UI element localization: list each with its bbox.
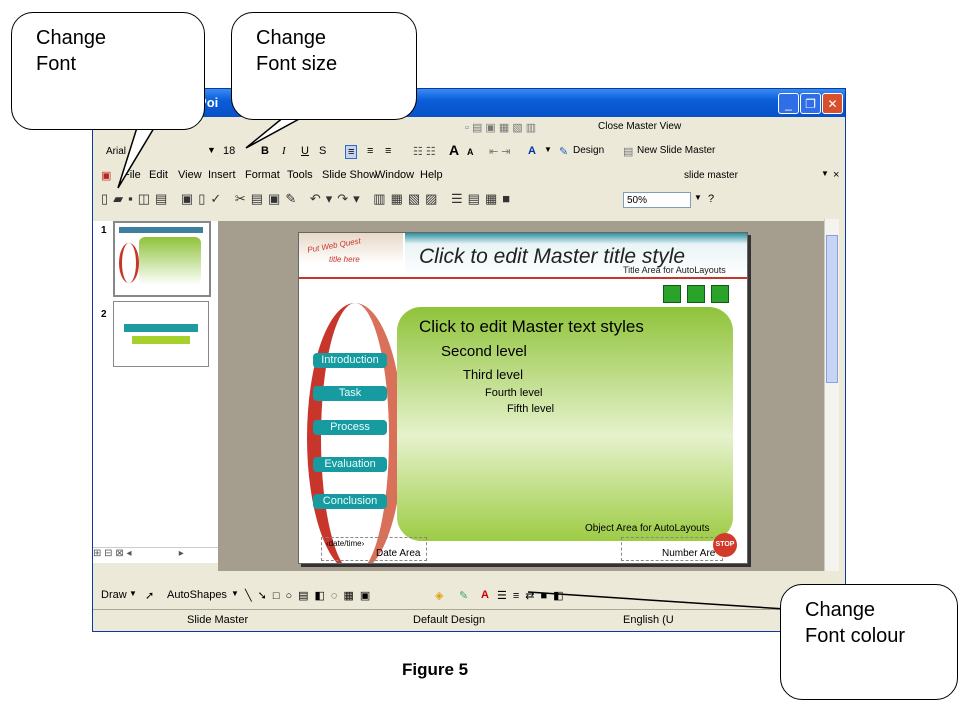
callout-change-font-size: Change Font size <box>231 12 417 120</box>
callout-change-font-colour: Change Font colour <box>780 584 958 700</box>
figure-caption: Figure 5 <box>402 660 469 679</box>
callout-change-font: Change Font <box>11 12 205 130</box>
